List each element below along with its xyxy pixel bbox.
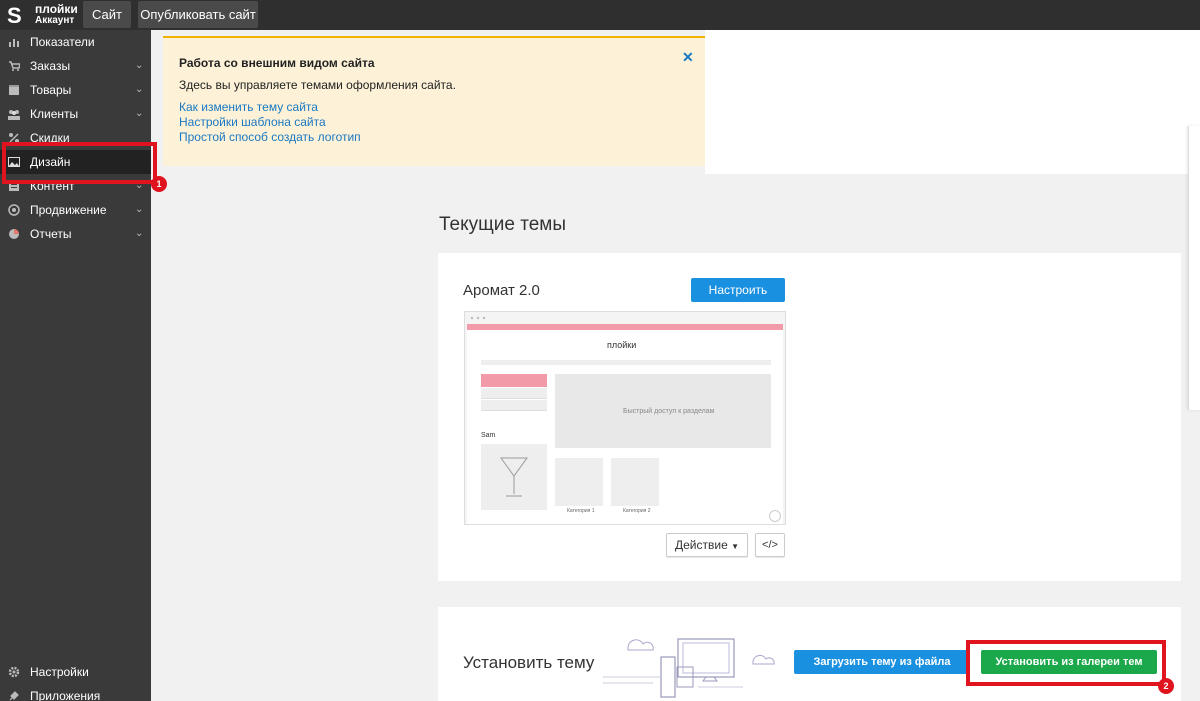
current-theme-card: Аромат 2.0 Настроить плойки Быстрый дост… [438,253,1181,581]
info-text: Здесь вы управляете темами оформления са… [179,78,456,92]
link-change-theme[interactable]: Как изменить тему сайта [179,100,318,114]
chevron-down-icon: ⌄ [135,204,144,215]
publish-site-button[interactable]: Опубликовать сайт [138,1,258,28]
action-label: Действие [674,538,728,552]
sidebar-item-orders[interactable]: Заказы ⌄ [0,54,151,78]
sidebar-item-label: Отчеты [30,227,72,241]
sidebar: Показатели Заказы ⌄ Товары ⌄ Клиенты ⌄ С… [0,30,151,701]
sidebar-item-apps[interactable]: Приложения [0,684,151,701]
preview-nav [481,360,771,365]
preview-product-image [481,444,547,510]
top-bar: S плойки Аккаунт Сайт Опубликовать сайт [0,0,1200,30]
sidebar-item-label: Товары [30,83,72,97]
link-create-logo[interactable]: Простой способ создать логотип [179,130,361,144]
preview-store-title: плойки [607,340,637,350]
preview-scroll-up-icon [769,510,781,522]
sidebar-item-label: Показатели [30,35,95,49]
theme-preview[interactable]: плойки Быстрый доступ к разделам Sam Кат… [464,311,786,525]
sidebar-item-settings[interactable]: Настройки [0,660,151,684]
preview-page: плойки Быстрый доступ к разделам Sam Кат… [467,324,783,524]
store-switcher[interactable]: плойки Аккаунт [35,3,78,27]
preview-catalog-row [481,388,547,399]
cocktail-glass-icon [500,457,528,497]
cart-icon [9,61,20,71]
target-icon [8,204,20,216]
users-icon [8,110,20,120]
configure-button[interactable]: Настроить [691,278,785,302]
logo-icon[interactable]: S [5,3,25,27]
preview-catalog-header [481,374,547,387]
chevron-down-icon: ⌄ [135,228,144,239]
box-icon [9,85,19,95]
design-highlight [2,142,157,184]
link-template-settings[interactable]: Настройки шаблона сайта [179,115,326,129]
sidebar-item-label: Настройки [30,665,89,679]
pie-icon [9,229,19,239]
sidebar-item-label: Приложения [30,689,101,701]
chevron-down-icon: ⌄ [135,108,144,119]
preview-catalog-row [481,400,547,411]
side-panel-edge [1188,126,1200,410]
preview-banner-text: Быстрый доступ к разделам [623,408,715,415]
install-illustration-icon [603,638,775,698]
preview-category-1-label: Категория 1 [567,508,595,514]
sidebar-item-dashboard[interactable]: Показатели [0,30,151,54]
preview-banner: Быстрый доступ к разделам [555,374,771,448]
sidebar-item-promotion[interactable]: Продвижение ⌄ [0,198,151,222]
step-badge-1: 1 [151,176,167,192]
preview-top-strip [467,324,783,330]
info-banner: Работа со внешним видом сайта Здесь вы у… [163,36,705,166]
window-dots-icon [470,316,486,320]
store-name: плойки [35,2,78,16]
sidebar-item-products[interactable]: Товары ⌄ [0,78,151,102]
chevron-down-icon: ⌄ [135,84,144,95]
chevron-down-icon: ⌄ [135,60,144,71]
upload-theme-file-button[interactable]: Загрузить тему из файла [794,650,970,674]
sidebar-item-reports[interactable]: Отчеты ⌄ [0,222,151,246]
plug-icon [9,691,19,701]
site-button[interactable]: Сайт [83,1,131,28]
info-title: Работа со внешним видом сайта [179,56,375,70]
code-button[interactable]: </> [755,533,785,557]
sidebar-item-label: Продвижение [30,203,107,217]
install-theme-title: Установить тему [463,653,595,672]
sidebar-item-label: Заказы [30,59,71,73]
chart-icon [9,39,19,47]
preview-category-1-image [555,458,603,506]
preview-category-2-image [611,458,659,506]
action-dropdown-button[interactable]: Действие ▼ [666,533,748,557]
top-content-area [705,30,1200,174]
sidebar-item-label: Клиенты [30,107,79,121]
preview-category-heading: Sam [481,432,496,439]
chevron-down-icon: ▼ [731,542,740,551]
account-label: Аккаунт [35,15,75,26]
gear-icon [8,666,20,678]
close-icon[interactable]: ✕ [682,49,694,66]
sidebar-item-customers[interactable]: Клиенты ⌄ [0,102,151,126]
gallery-highlight [966,640,1166,686]
current-themes-heading: Текущие темы [439,214,566,235]
preview-category-2-label: Категория 2 [623,508,651,514]
svg-text:S: S [7,3,22,27]
step-badge-2: 2 [1158,678,1174,694]
theme-name: Аромат 2.0 [463,282,540,299]
